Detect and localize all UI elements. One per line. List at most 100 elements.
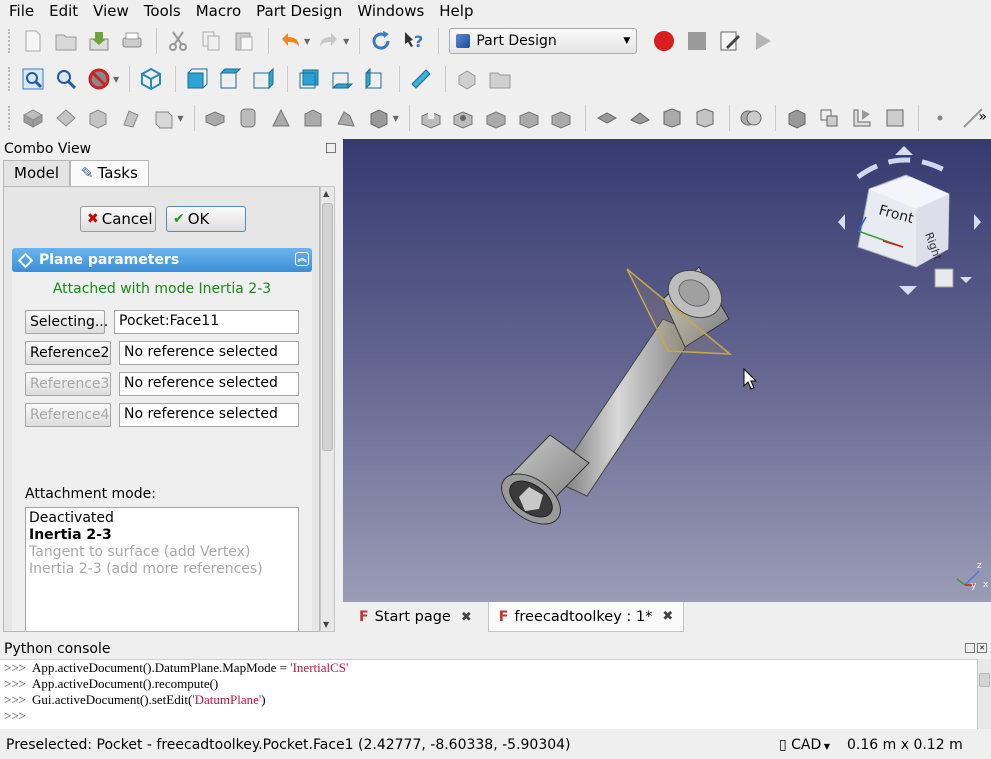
save-file-icon[interactable] (84, 26, 114, 56)
datum-dropdown-icon[interactable]: ▼ (177, 114, 183, 123)
shape-binder-icon[interactable] (51, 103, 81, 133)
polar-pattern-icon[interactable] (847, 103, 877, 133)
python-console[interactable]: >>> App.activeDocument().DatumPlane.MapMo… (0, 659, 991, 729)
print-icon[interactable] (117, 26, 147, 56)
navigation-cube[interactable]: Front Right (838, 146, 981, 295)
create-part-icon[interactable] (452, 64, 482, 94)
console-input-line[interactable]: >>> (4, 708, 991, 724)
front-view-icon[interactable] (182, 64, 212, 94)
reference4-field[interactable]: No reference selected (119, 403, 299, 427)
revolution-icon[interactable] (233, 103, 263, 133)
reference3-field[interactable]: No reference selected (119, 372, 299, 396)
left-view-icon[interactable] (360, 64, 390, 94)
paste-icon[interactable] (229, 26, 259, 56)
record-macro-icon[interactable] (649, 26, 679, 56)
isometric-view-icon[interactable] (136, 64, 166, 94)
draw-style-dropdown-icon[interactable]: ▼ (113, 75, 119, 84)
close-tab-icon[interactable]: ✖ (461, 610, 472, 625)
workbench-selector[interactable]: Part Design ▼ (449, 28, 638, 54)
top-view-icon[interactable] (215, 64, 245, 94)
console-scrollbar[interactable] (977, 659, 991, 729)
reference1-field[interactable]: Pocket:Face11 (114, 310, 299, 334)
open-file-icon[interactable] (51, 26, 81, 56)
redo-dropdown-icon[interactable]: ▼ (343, 37, 349, 46)
tab-start-page[interactable]: F Start page ✖ (348, 602, 483, 632)
redo-icon[interactable] (314, 26, 344, 56)
menu-edit[interactable]: Edit (40, 0, 84, 22)
scroll-up-icon[interactable]: ▲ (323, 189, 329, 198)
rear-view-icon[interactable] (294, 64, 324, 94)
draw-style-icon[interactable] (84, 64, 114, 94)
menu-file[interactable]: File (0, 0, 40, 22)
chamfer-icon[interactable] (625, 103, 655, 133)
undo-icon[interactable] (275, 26, 305, 56)
sub-shape-binder-icon[interactable] (83, 103, 113, 133)
scrollbar-thumb[interactable] (979, 673, 990, 687)
scroll-down-icon[interactable]: ▼ (323, 620, 329, 629)
clone-icon[interactable] (116, 103, 146, 133)
create-group-icon[interactable] (485, 64, 515, 94)
task-panel-scrollbar[interactable]: ▲ ▼ (320, 186, 335, 632)
menu-tools[interactable]: Tools (135, 0, 187, 22)
additive-pipe-icon[interactable] (299, 103, 329, 133)
hole-icon[interactable] (449, 103, 479, 133)
fit-all-icon[interactable] (18, 64, 48, 94)
pocket-icon[interactable] (416, 103, 446, 133)
cut-icon[interactable] (163, 26, 193, 56)
toolbar-overflow-button[interactable]: » (978, 109, 987, 125)
draft-icon[interactable] (658, 103, 688, 133)
cancel-button[interactable]: ✖ Cancel (80, 206, 156, 232)
ok-button[interactable]: ✔ OK (166, 206, 246, 232)
whats-this-icon[interactable]: ? (399, 26, 429, 56)
stop-macro-icon[interactable] (682, 26, 712, 56)
datum-plane-icon[interactable] (149, 103, 179, 133)
plane-parameters-header[interactable]: Plane parameters ︽ (12, 248, 312, 272)
key-part[interactable] (492, 261, 733, 534)
mirrored-icon[interactable] (782, 103, 812, 133)
attachment-mode-list[interactable]: Deactivated Inertia 2-3 Tangent to surfa… (25, 507, 299, 631)
float-panel-icon[interactable] (326, 143, 336, 153)
edit-macro-icon[interactable] (715, 26, 745, 56)
measure-distance-icon[interactable] (406, 64, 436, 94)
new-file-icon[interactable] (18, 26, 48, 56)
tab-freecadtoolkey[interactable]: F freecadtoolkey : 1* ✖ (487, 602, 685, 632)
menu-macro[interactable]: Macro (187, 0, 247, 22)
tab-tasks[interactable]: ✎ Tasks (70, 160, 149, 187)
menu-part-design[interactable]: Part Design (247, 0, 348, 22)
reference2-button[interactable]: Reference2 (25, 341, 111, 365)
reference1-button[interactable]: Selecting... (25, 310, 108, 334)
mode-item-inertia[interactable]: Inertia 2-3 (29, 527, 295, 544)
reference2-field[interactable]: No reference selected (119, 341, 299, 365)
undo-dropdown-icon[interactable]: ▼ (304, 37, 310, 46)
menu-help[interactable]: Help (430, 0, 479, 22)
additive-primitive-dropdown-icon[interactable]: ▼ (393, 114, 399, 123)
toolbar-grip[interactable] (8, 106, 12, 130)
right-view-icon[interactable] (248, 64, 278, 94)
close-icon[interactable]: ✕ (977, 643, 987, 653)
bottom-view-icon[interactable] (327, 64, 357, 94)
groove-icon[interactable] (481, 103, 511, 133)
float-panel-icon[interactable] (965, 643, 975, 653)
subtractive-pipe-icon[interactable] (547, 103, 577, 133)
3d-viewport[interactable]: Front Right z x y (343, 139, 991, 602)
multi-transform-icon[interactable] (880, 103, 910, 133)
toolbar-grip[interactable] (8, 29, 12, 53)
linear-pattern-icon[interactable] (814, 103, 844, 133)
mode-item-tangent[interactable]: Tangent to surface (add Vertex) (29, 544, 295, 561)
close-tab-icon[interactable]: ✖ (662, 609, 673, 624)
copy-icon[interactable] (196, 26, 226, 56)
toolbar-grip[interactable] (8, 67, 12, 91)
scrollbar-thumb[interactable] (322, 203, 333, 451)
additive-loft-icon[interactable] (266, 103, 296, 133)
run-macro-icon[interactable] (748, 26, 778, 56)
menu-view[interactable]: View (84, 0, 135, 22)
fit-selection-icon[interactable] (51, 64, 81, 94)
menu-windows[interactable]: Windows (348, 0, 430, 22)
mode-item-deactivated[interactable]: Deactivated (29, 510, 295, 527)
thickness-icon[interactable] (690, 103, 720, 133)
additive-helix-icon[interactable] (331, 103, 361, 133)
pad-icon[interactable] (201, 103, 231, 133)
refresh-icon[interactable] (366, 26, 396, 56)
subtractive-loft-icon[interactable] (514, 103, 544, 133)
navigation-style-selector[interactable]: ▯ CAD ▼ (779, 737, 830, 753)
